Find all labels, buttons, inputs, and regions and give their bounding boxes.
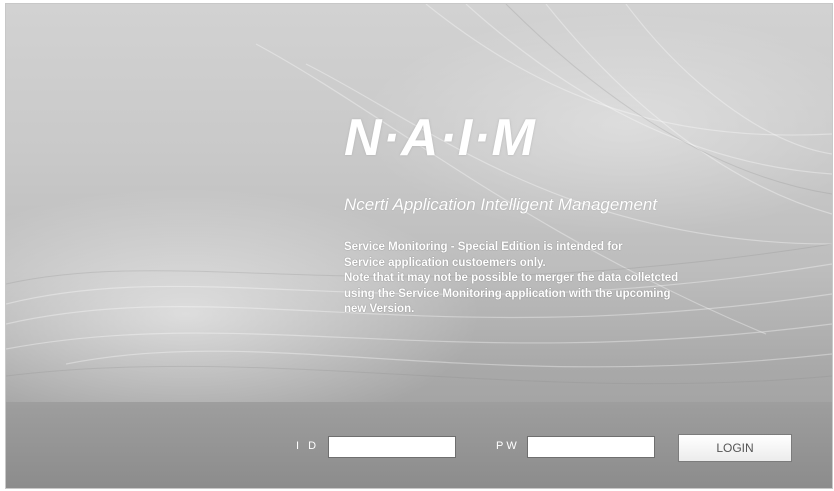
- login-button[interactable]: LOGIN: [678, 434, 792, 462]
- notice-line: new Version.: [344, 303, 415, 315]
- id-label: I D: [296, 440, 320, 452]
- notice-text: Service Monitoring - Special Edition is …: [344, 240, 784, 318]
- notice-line: Note that it may not be possible to merg…: [344, 272, 679, 284]
- login-screen: N·A·I·M Ncerti Application Intelligent M…: [5, 3, 833, 489]
- naim-logo: N·A·I·M: [344, 109, 536, 167]
- notice-line: Service application custoemers only.: [344, 256, 546, 269]
- notice-line: using the Service Monitoring application…: [344, 287, 671, 300]
- notice-line: Service Monitoring - Special Edition is …: [344, 241, 623, 253]
- login-form: I D PW LOGIN: [6, 434, 832, 462]
- pw-label: PW: [496, 440, 520, 452]
- app-subtitle: Ncerti Application Intelligent Managemen…: [344, 195, 658, 214]
- id-input[interactable]: [328, 436, 456, 458]
- pw-input[interactable]: [527, 436, 655, 458]
